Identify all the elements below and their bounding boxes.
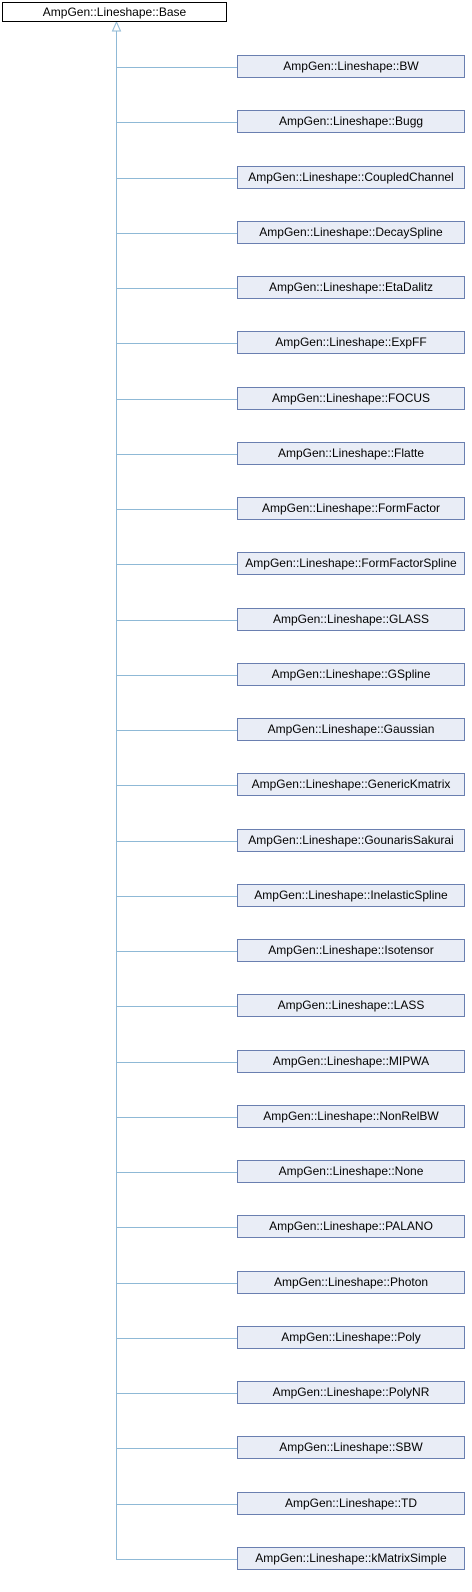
- derived-class-node[interactable]: AmpGen::Lineshape::PolyNR: [237, 1381, 465, 1404]
- derived-class-node[interactable]: AmpGen::Lineshape::FormFactor: [237, 497, 465, 520]
- derived-class-node[interactable]: AmpGen::Lineshape::BW: [237, 55, 465, 78]
- derived-class-node[interactable]: AmpGen::Lineshape::LASS: [237, 994, 465, 1017]
- derived-class-node[interactable]: AmpGen::Lineshape::TD: [237, 1492, 465, 1515]
- derived-class-node[interactable]: AmpGen::Lineshape::GounarisSakurai: [237, 829, 465, 852]
- derived-class-node[interactable]: AmpGen::Lineshape::None: [237, 1160, 465, 1183]
- derived-class-node[interactable]: AmpGen::Lineshape::Photon: [237, 1271, 465, 1294]
- derived-class-node[interactable]: AmpGen::Lineshape::GSpline: [237, 663, 465, 686]
- derived-class-node[interactable]: AmpGen::Lineshape::GLASS: [237, 608, 465, 631]
- derived-class-node[interactable]: AmpGen::Lineshape::Gaussian: [237, 718, 465, 741]
- derived-class-node[interactable]: AmpGen::Lineshape::NonRelBW: [237, 1105, 465, 1128]
- derived-class-node[interactable]: AmpGen::Lineshape::CoupledChannel: [237, 166, 465, 189]
- derived-class-node[interactable]: AmpGen::Lineshape::FormFactorSpline: [237, 552, 465, 575]
- derived-class-node[interactable]: AmpGen::Lineshape::Isotensor: [237, 939, 465, 962]
- inheritance-arrowhead: [111, 20, 122, 32]
- derived-class-node[interactable]: AmpGen::Lineshape::InelasticSpline: [237, 884, 465, 907]
- inheritance-diagram: AmpGen::Lineshape::Base AmpGen::Lineshap…: [0, 0, 472, 1592]
- derived-class-node[interactable]: AmpGen::Lineshape::Flatte: [237, 442, 465, 465]
- base-class-node[interactable]: AmpGen::Lineshape::Base: [2, 2, 227, 22]
- derived-class-node[interactable]: AmpGen::Lineshape::MIPWA: [237, 1050, 465, 1073]
- derived-class-node[interactable]: AmpGen::Lineshape::ExpFF: [237, 331, 465, 354]
- derived-class-node[interactable]: AmpGen::Lineshape::PALANO: [237, 1215, 465, 1238]
- derived-class-node[interactable]: AmpGen::Lineshape::Bugg: [237, 110, 465, 133]
- derived-class-node[interactable]: AmpGen::Lineshape::EtaDalitz: [237, 276, 465, 299]
- derived-class-node[interactable]: AmpGen::Lineshape::GenericKmatrix: [237, 773, 465, 796]
- derived-class-node[interactable]: AmpGen::Lineshape::DecaySpline: [237, 221, 465, 244]
- derived-class-node[interactable]: AmpGen::Lineshape::Poly: [237, 1326, 465, 1349]
- derived-class-node[interactable]: AmpGen::Lineshape::kMatrixSimple: [237, 1547, 465, 1570]
- derived-class-node[interactable]: AmpGen::Lineshape::FOCUS: [237, 387, 465, 410]
- derived-class-node[interactable]: AmpGen::Lineshape::SBW: [237, 1436, 465, 1459]
